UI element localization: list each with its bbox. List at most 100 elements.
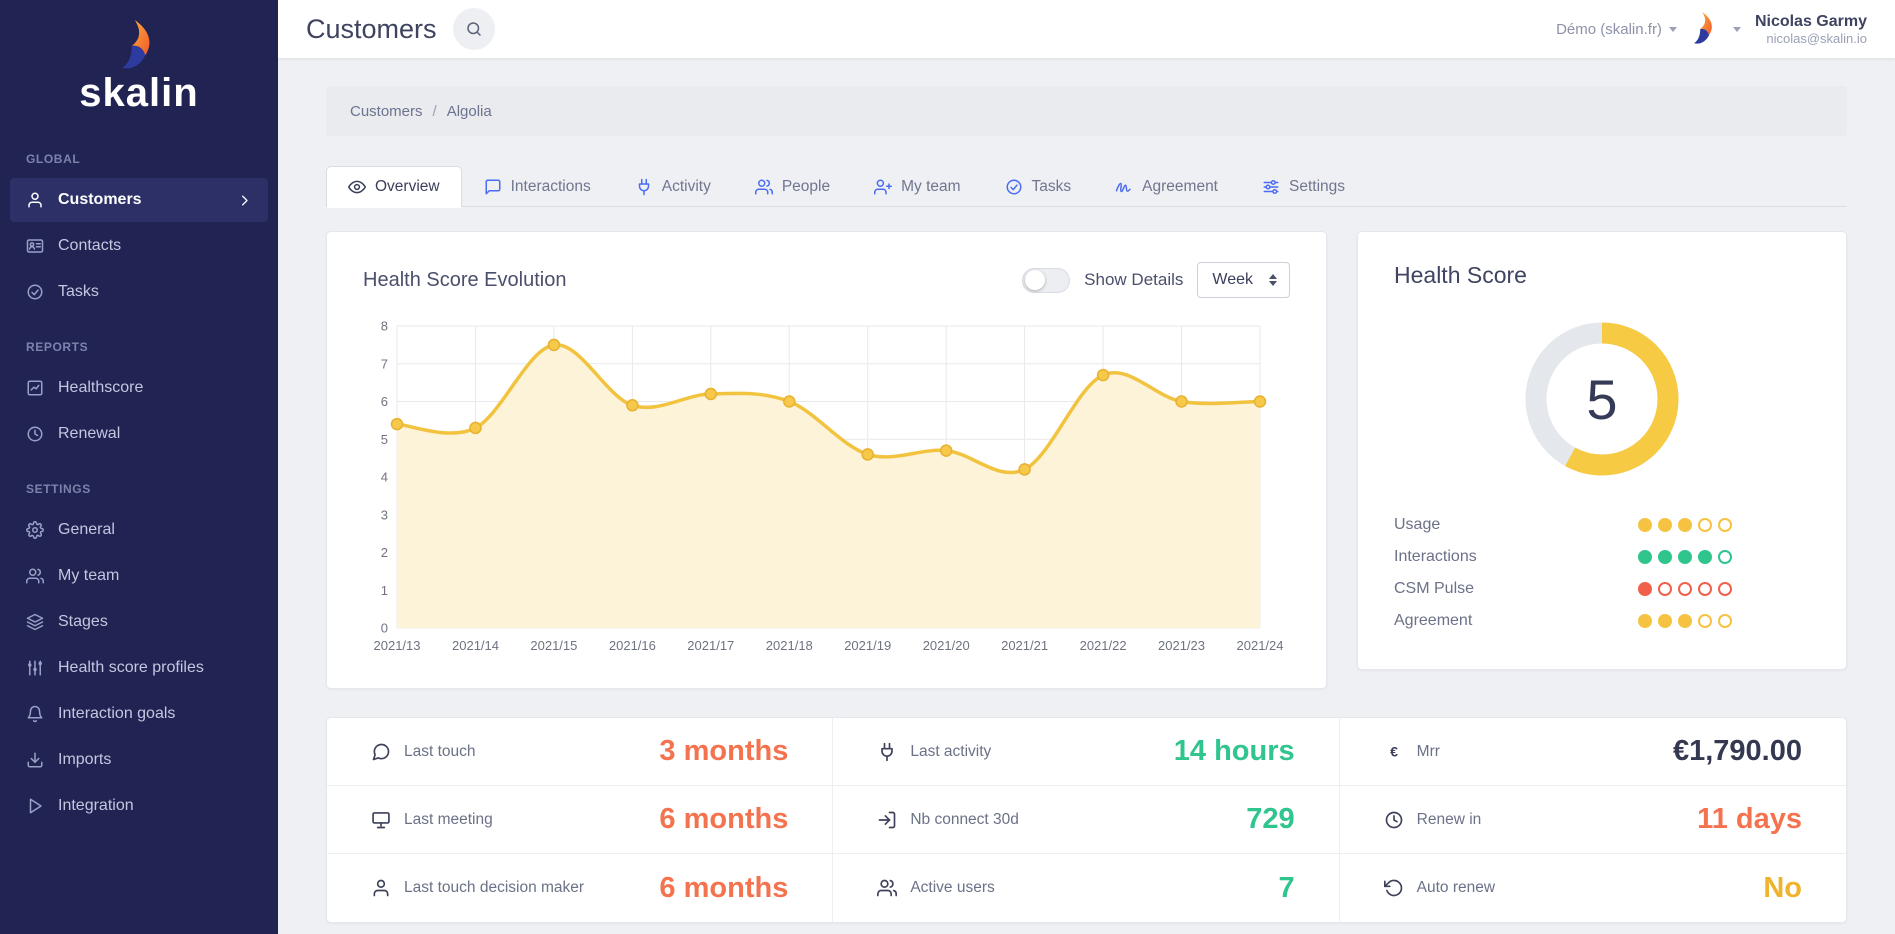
sidebar-item-renewal[interactable]: Renewal	[10, 412, 268, 456]
tab-label: Activity	[661, 178, 711, 195]
kpi-last-activity: Last activity 14 hours	[833, 718, 1340, 786]
tab-overview[interactable]: Overview	[326, 166, 462, 207]
sidebar-item-healthscore[interactable]: Healthscore	[10, 366, 268, 410]
svg-text:4: 4	[381, 470, 388, 485]
tab-tasks[interactable]: Tasks	[983, 166, 1094, 207]
sidebar-item-label: Renewal	[58, 425, 121, 442]
topbar-right: Démo (skalin.fr) Nicolas Garmy nicolas@s…	[1556, 12, 1867, 46]
sidebar-item-health-score-profiles[interactable]: Health score profiles	[10, 646, 268, 690]
kpi-value: 6 months	[659, 871, 789, 904]
page-title: Customers	[306, 13, 437, 44]
metric-label: CSM Pulse	[1394, 580, 1475, 597]
workspace-selector[interactable]: Démo (skalin.fr)	[1556, 21, 1677, 38]
kpi-mrr: € Mrr €1,790.00	[1339, 718, 1846, 786]
sidebar-item-label: My team	[58, 567, 120, 584]
rating-dot	[1658, 518, 1672, 532]
metric-label: Agreement	[1394, 612, 1473, 629]
sidebar-item-tasks[interactable]: Tasks	[10, 270, 268, 314]
cards-row: Health Score Evolution Show Details Week…	[326, 231, 1847, 689]
kpi-value: No	[1763, 871, 1802, 904]
kpi-label: Last activity	[910, 742, 992, 760]
kpi-label-wrap: Renew in	[1384, 810, 1481, 830]
search-button[interactable]	[452, 8, 495, 50]
sidebar-section-label: REPORTS	[26, 340, 89, 354]
stages-icon	[26, 613, 44, 631]
metric-dots	[1638, 582, 1732, 596]
contacts-icon	[26, 239, 44, 253]
tab-activity[interactable]: Activity	[613, 166, 733, 207]
svg-text:2: 2	[381, 545, 388, 560]
sidebar-item-interaction-goals[interactable]: Interaction goals	[10, 692, 268, 736]
svg-text:2021/16: 2021/16	[609, 638, 656, 653]
logo-wordmark: skalin	[79, 71, 199, 115]
kpi-auto-renew: Auto renew No	[1340, 854, 1846, 922]
user-icon	[28, 192, 42, 208]
breadcrumb-parent[interactable]: Customers	[350, 103, 423, 120]
kpi-label-wrap: Last touch	[371, 742, 476, 762]
user-menu[interactable]: Nicolas Garmy nicolas@skalin.io	[1755, 13, 1867, 46]
evolution-card-header: Health Score Evolution Show Details Week	[363, 262, 1290, 298]
user-plus-icon	[874, 179, 893, 195]
sidebar-item-imports[interactable]: Imports	[10, 738, 268, 782]
evolution-chart-svg: 0 1 2 3 4 5 6 7 8 2021/13 2021/14 2021/15 2021/16 202…	[374, 319, 1284, 654]
tab-label: My team	[901, 178, 961, 195]
tab-my-team[interactable]: My team	[852, 166, 982, 207]
svg-text:3: 3	[381, 507, 388, 522]
import-icon	[27, 752, 43, 768]
kpi-label: Last touch	[404, 742, 476, 760]
svg-text:2021/19: 2021/19	[844, 638, 891, 653]
kpi-renew-in: Renew in 11 days	[1339, 786, 1846, 854]
kpi-last-meeting: Last meeting 6 months	[327, 786, 834, 854]
topbar: Customers Démo (skalin.fr) Nicolas Garmy…	[278, 0, 1895, 58]
sidebar-item-customers[interactable]: Customers	[10, 178, 268, 222]
sidebar-item-label: Contacts	[58, 237, 122, 254]
tab-people[interactable]: People	[733, 166, 852, 207]
search-icon	[466, 22, 481, 36]
user-menu-caret-icon[interactable]	[1732, 26, 1741, 32]
period-select[interactable]: Week	[1197, 262, 1290, 298]
metric-dots	[1638, 614, 1732, 628]
sidebar-item-label: Health score profiles	[58, 659, 204, 676]
sidebar-item-label: Tasks	[58, 283, 99, 300]
tab-settings[interactable]: Settings	[1240, 166, 1367, 207]
bell-icon	[27, 705, 43, 723]
score-metric-agreement: Agreement	[1394, 605, 1810, 637]
refresh-icon	[1383, 879, 1402, 897]
sidebar-item-integration[interactable]: Integration	[10, 784, 268, 828]
sidebar-item-label: Imports	[58, 751, 112, 768]
breadcrumb: Customers / Algolia	[326, 86, 1847, 136]
svg-text:2021/20: 2021/20	[923, 638, 970, 653]
sidebar-item-contacts[interactable]: Contacts	[10, 224, 268, 268]
evolution-card-title: Health Score Evolution	[363, 268, 567, 291]
svg-text:8: 8	[381, 319, 388, 334]
tab-agreement[interactable]: Agreement	[1093, 166, 1240, 207]
sidebar-item-my-team[interactable]: My team	[10, 554, 268, 598]
sidebar-item-general[interactable]: General	[10, 508, 268, 552]
workspace-label: Démo (skalin.fr)	[1556, 20, 1662, 38]
sidebar: skalin GLOBAL Customers Contacts Tasks REPOR…	[0, 0, 278, 934]
tabs: Overview Interactions Activity People My tea…	[326, 166, 1847, 207]
comment-icon	[485, 179, 501, 195]
svg-text:2021/18: 2021/18	[766, 638, 813, 653]
rating-dot	[1638, 614, 1652, 628]
tab-interactions[interactable]: Interactions	[462, 166, 613, 207]
sidebar-item-stages[interactable]: Stages	[10, 600, 268, 644]
show-details-toggle[interactable]	[1022, 267, 1071, 293]
svg-text:2021/21: 2021/21	[1001, 638, 1048, 653]
signature-icon	[1115, 182, 1131, 193]
tab-label: Tasks	[1031, 178, 1072, 195]
healthscore-icon	[27, 380, 43, 396]
rating-dot	[1638, 582, 1652, 596]
user-name: Nicolas Garmy	[1754, 12, 1867, 30]
kpi-value: 729	[1246, 803, 1295, 835]
svg-text:2021/22: 2021/22	[1080, 638, 1127, 653]
plug-icon	[638, 178, 649, 196]
svg-text:2021/23: 2021/23	[1158, 638, 1205, 653]
person-icon	[373, 879, 389, 897]
sidebar-nav: GLOBAL Customers Contacts Tasks REPORTS Healt…	[0, 128, 278, 828]
skalin-logo[interactable]: skalin	[0, 0, 278, 128]
svg-text:€: €	[1390, 744, 1398, 760]
clock-icon	[1385, 811, 1402, 828]
kpi-value: 6 months	[659, 803, 789, 835]
integration-icon	[29, 798, 42, 814]
